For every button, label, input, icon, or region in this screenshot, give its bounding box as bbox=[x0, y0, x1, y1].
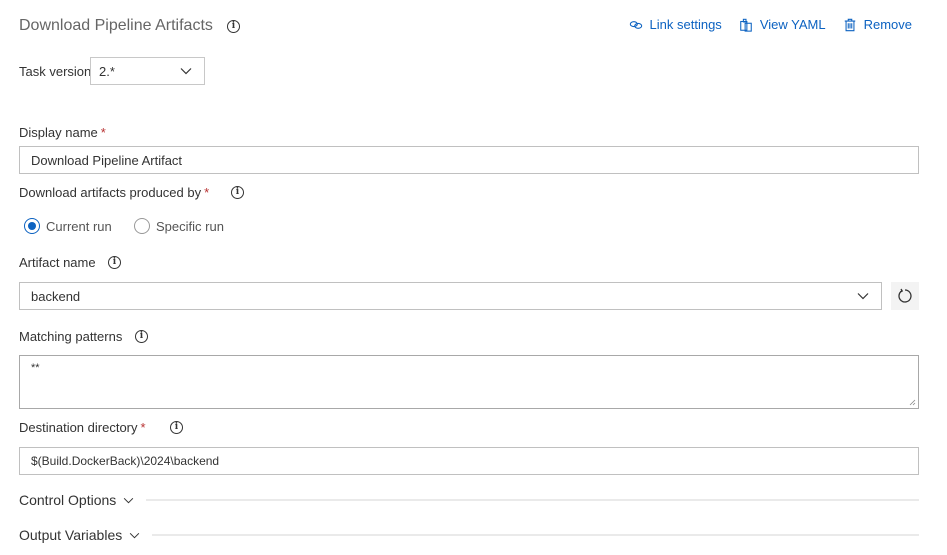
matching-patterns-textarea[interactable]: ** bbox=[19, 355, 919, 409]
output-variables-label: Output Variables bbox=[19, 527, 123, 543]
page-title: Download Pipeline Artifacts bbox=[19, 17, 213, 34]
destination-directory-input[interactable]: $(Build.DockerBack)\2024\backend bbox=[19, 447, 919, 475]
output-variables-section[interactable]: Output Variables bbox=[19, 527, 919, 543]
matching-patterns-label: Matching patterns bbox=[19, 329, 123, 344]
resize-handle-icon[interactable] bbox=[908, 398, 916, 406]
chevron-down-icon bbox=[124, 497, 134, 503]
destination-directory-label: Destination directory * bbox=[19, 420, 146, 435]
remove-label: Remove bbox=[863, 17, 912, 32]
produced-by-label: Download artifacts produced by * bbox=[19, 185, 209, 200]
refresh-button[interactable] bbox=[891, 282, 919, 310]
info-icon[interactable]: i bbox=[227, 20, 240, 33]
radio-specific-run[interactable]: Specific run bbox=[134, 218, 224, 234]
task-version-label: Task version bbox=[19, 64, 92, 79]
artifact-name-value: backend bbox=[31, 288, 81, 304]
info-icon[interactable]: i bbox=[108, 256, 121, 269]
required-marker: * bbox=[140, 420, 146, 435]
required-marker: * bbox=[204, 185, 210, 200]
radio-current-run[interactable]: Current run bbox=[24, 218, 112, 234]
radio-unselected-icon[interactable] bbox=[134, 218, 150, 234]
info-icon[interactable]: i bbox=[135, 330, 148, 343]
required-marker: * bbox=[100, 125, 106, 140]
destination-directory-value: $(Build.DockerBack)\2024\backend bbox=[31, 454, 220, 468]
produced-by-label-text: Download artifacts produced by bbox=[19, 185, 202, 200]
control-options-label: Control Options bbox=[19, 492, 117, 508]
radio-current-run-label: Current run bbox=[46, 218, 112, 234]
chevron-down-icon bbox=[180, 68, 192, 75]
chevron-down-icon bbox=[130, 532, 140, 538]
radio-specific-run-label: Specific run bbox=[156, 218, 224, 234]
header-actions: Link settings View YAML Remove bbox=[629, 17, 912, 32]
view-yaml-button[interactable]: View YAML bbox=[739, 17, 826, 32]
link-icon bbox=[629, 20, 642, 29]
display-name-label-text: Display name bbox=[19, 125, 98, 140]
display-name-value: Download Pipeline Artifact bbox=[31, 152, 183, 168]
refresh-icon bbox=[898, 288, 912, 303]
trash-icon bbox=[844, 18, 855, 31]
task-version-value: 2.* bbox=[99, 63, 115, 79]
info-icon[interactable]: i bbox=[170, 421, 183, 434]
link-settings-button[interactable]: Link settings bbox=[629, 17, 722, 32]
link-settings-label: Link settings bbox=[649, 17, 722, 32]
remove-button[interactable]: Remove bbox=[843, 17, 912, 32]
info-icon[interactable]: i bbox=[231, 186, 244, 199]
radio-selected-icon[interactable] bbox=[24, 218, 40, 234]
view-yaml-label: View YAML bbox=[759, 17, 826, 32]
clipboard-icon bbox=[740, 18, 752, 32]
task-version-select[interactable]: 2.* bbox=[90, 57, 205, 85]
display-name-label: Display name * bbox=[19, 125, 106, 140]
matching-patterns-value: ** bbox=[31, 362, 40, 374]
section-divider bbox=[152, 534, 919, 536]
artifact-name-select[interactable]: backend bbox=[19, 282, 882, 310]
control-options-section[interactable]: Control Options bbox=[19, 492, 919, 508]
destination-directory-label-text: Destination directory bbox=[19, 420, 138, 435]
section-divider bbox=[146, 499, 919, 501]
display-name-input[interactable]: Download Pipeline Artifact bbox=[19, 146, 919, 174]
artifact-name-label: Artifact name bbox=[19, 255, 96, 270]
chevron-down-icon bbox=[857, 293, 869, 300]
